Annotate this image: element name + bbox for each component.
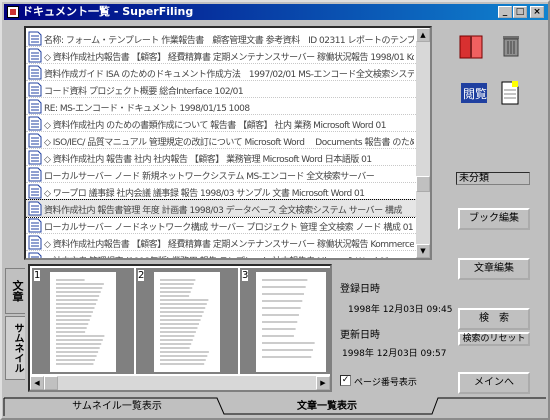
list-item[interactable]: ローカルサーバー ノード 新規ネットワークシステム MS-エンコード 全文検索サ… bbox=[26, 166, 416, 183]
thumbnail-number: 2 bbox=[138, 270, 145, 281]
maximize-button[interactable]: □ bbox=[513, 6, 527, 18]
document-icon bbox=[28, 48, 42, 63]
list-item-text: ◇ 資料作成社内報告書 【顧客】 経費精算書 定期メンテナンスサーバー 稼働状況… bbox=[44, 53, 414, 61]
document-list[interactable]: 名称: フォーム・テンプレート 作業報告書 顧客管理文書 参考資料 ID 023… bbox=[24, 26, 432, 260]
scroll-left-arrow-icon[interactable]: ◀ bbox=[30, 376, 44, 390]
document-icon bbox=[28, 150, 42, 165]
document-icon bbox=[28, 65, 42, 80]
view-icon-label: 閲覧 bbox=[463, 87, 487, 101]
list-item[interactable]: ◇ 資料作成社内 のための書類作成について 報告書 【顧客】 社内 業務 Mic… bbox=[26, 115, 416, 132]
tab-thumbnail-list[interactable]: サムネイル一覧表示 bbox=[32, 398, 202, 416]
window-title: ドキュメント一覧 - SuperFiling bbox=[22, 5, 194, 18]
minimize-button[interactable]: _ bbox=[498, 6, 512, 18]
list-item-text: ローカルサーバー ノード 新規ネットワークシステム MS-エンコード 全文検索サ… bbox=[44, 172, 375, 180]
book-edit-button[interactable]: ブック編集 bbox=[458, 208, 530, 230]
new-doc-icon[interactable] bbox=[500, 80, 520, 106]
document-icon bbox=[28, 116, 42, 131]
list-scroll-thumb[interactable] bbox=[416, 176, 430, 192]
page-number-label: ページ番号表示 bbox=[354, 378, 417, 388]
list-item-text: ◇ ワープロ 議事録 社内会議 議事録 報告 1998/03 サンプル 文書 M… bbox=[44, 189, 365, 197]
document-icon bbox=[28, 82, 42, 97]
list-vertical-scrollbar[interactable]: ▲ ▼ bbox=[416, 28, 430, 258]
thumbnail-scroll-thumb[interactable] bbox=[44, 376, 58, 390]
list-item-text: 名称: フォーム・テンプレート 作業報告書 顧客管理文書 参考資料 ID 023… bbox=[44, 36, 414, 44]
book-icon[interactable] bbox=[458, 34, 484, 60]
document-icon bbox=[28, 252, 42, 258]
list-item[interactable]: ◇ 社内文書 管理規定 (1998年版) 業務用 報告 テンプレート 社内報告書… bbox=[26, 251, 416, 258]
list-item-text: ◇ 社内文書 管理規定 (1998年版) 業務用 報告 テンプレート 社内報告書… bbox=[44, 254, 414, 258]
thumbnail-page-3 bbox=[256, 272, 326, 372]
app-window: ドキュメント一覧 - SuperFiling _ □ × 名称: フォーム・テン… bbox=[0, 0, 550, 420]
list-item-text: 資料作成ガイド ISA のためのドキュメント作成方法 1997/02/01 MS… bbox=[44, 70, 414, 78]
list-item[interactable]: コード資料 プロジェクト概要 総合Interface 102/01 bbox=[26, 81, 416, 98]
list-item-text: コード資料 プロジェクト概要 総合Interface 102/01 bbox=[44, 87, 244, 95]
list-item[interactable]: ◇ 資料作成社内 報告書 社内 社内報告 【顧客】 業務管理 Microsoft… bbox=[26, 149, 416, 166]
list-item-text: ◇ 資料作成社内 のための書類作成について 報告書 【顧客】 社内 業務 Mic… bbox=[44, 121, 386, 129]
doc-edit-button[interactable]: 文章編集 bbox=[458, 258, 530, 280]
tab-document-list[interactable]: 文章一覧表示 bbox=[242, 398, 412, 416]
updated-value: 1998年 12月03日 09:57 bbox=[342, 349, 447, 359]
thumbnail-number: 3 bbox=[242, 270, 249, 281]
thumbnail-page-2 bbox=[154, 272, 220, 372]
thumbnail-page-1 bbox=[50, 272, 116, 372]
thumbnail-number: 1 bbox=[34, 270, 41, 281]
scroll-down-arrow-icon[interactable]: ▼ bbox=[416, 244, 430, 258]
list-item-text: 資料作成社内 報告書管理 年度 計画書 1998/03 データベース 全文検索シ… bbox=[44, 206, 402, 214]
document-icon bbox=[28, 99, 42, 114]
search-reset-button[interactable]: 検索のリセット bbox=[458, 332, 530, 346]
side-tab-document[interactable]: 文章 bbox=[5, 268, 25, 314]
list-item-text: ◇ ISO/IEC/ 品質マニュアル 管理規定の改訂について Microsoft… bbox=[44, 138, 414, 146]
document-icon bbox=[28, 184, 42, 199]
list-item-text: ローカルサーバー ノードネットワーク構成 サーバー プロジェクト 管理 全文検索… bbox=[44, 223, 414, 231]
list-item[interactable]: ◇ ワープロ 議事録 社内会議 議事録 報告 1998/03 サンプル 文書 M… bbox=[26, 183, 416, 200]
list-item-text: ◇ 資料作成社内報告書 【顧客】 経費精算書 定期メンテナンスサーバー 稼働状況… bbox=[44, 240, 414, 248]
list-item[interactable]: 名称: フォーム・テンプレート 作業報告書 顧客管理文書 参考資料 ID 023… bbox=[26, 30, 416, 47]
page-number-checkbox[interactable]: ✓ bbox=[340, 375, 351, 386]
thumbnail-pane-3[interactable]: 3 bbox=[240, 268, 330, 374]
list-item-text: ◇ 資料作成社内 報告書 社内 社内報告 【顧客】 業務管理 Microsoft… bbox=[44, 155, 372, 163]
trash-icon[interactable] bbox=[500, 34, 522, 58]
scroll-up-arrow-icon[interactable]: ▲ bbox=[416, 28, 430, 42]
side-tab-thumbnail[interactable]: サムネイル bbox=[5, 316, 25, 380]
document-icon bbox=[28, 201, 42, 216]
thumbnail-horizontal-scrollbar[interactable]: ◀ ▶ bbox=[30, 376, 330, 390]
list-item[interactable]: ローカルサーバー ノードネットワーク構成 サーバー プロジェクト 管理 全文検索… bbox=[26, 217, 416, 234]
thumbnail-pane-1[interactable]: 1 bbox=[32, 268, 134, 374]
category-field: 未分類 bbox=[456, 172, 530, 185]
search-button[interactable]: 検 索 bbox=[458, 308, 530, 330]
list-item[interactable]: 資料作成ガイド ISA のためのドキュメント作成方法 1997/02/01 MS… bbox=[26, 64, 416, 81]
registered-value: 1998年 12月03日 09:45 bbox=[348, 305, 453, 315]
list-item[interactable]: 資料作成社内 報告書管理 年度 計画書 1998/03 データベース 全文検索シ… bbox=[26, 199, 417, 218]
close-button[interactable]: × bbox=[530, 6, 544, 18]
registered-label: 登録日時 bbox=[340, 284, 380, 295]
scroll-right-arrow-icon[interactable]: ▶ bbox=[316, 376, 330, 390]
list-item[interactable]: ◇ 資料作成社内報告書 【顧客】 経費精算書 定期メンテナンスサーバー 稼働状況… bbox=[26, 47, 416, 64]
document-icon bbox=[28, 218, 42, 233]
main-menu-button[interactable]: メインへ bbox=[458, 372, 530, 394]
list-item[interactable]: RE: MS-エンコード・ドキュメント 1998/01/15 1008 bbox=[26, 98, 416, 115]
view-icon[interactable]: 閲覧 bbox=[460, 82, 488, 106]
updated-label: 更新日時 bbox=[340, 330, 380, 341]
thumbnail-pane-2[interactable]: 2 bbox=[136, 268, 238, 374]
list-item-text: RE: MS-エンコード・ドキュメント 1998/01/15 1008 bbox=[44, 104, 250, 112]
document-icon bbox=[28, 167, 42, 182]
document-icon bbox=[28, 31, 42, 46]
title-bar: ドキュメント一覧 - SuperFiling _ □ × bbox=[4, 4, 548, 20]
bottom-tab-bar: サムネイル一覧表示 文章一覧表示 bbox=[2, 396, 548, 418]
list-item[interactable]: ◇ ISO/IEC/ 品質マニュアル 管理規定の改訂について Microsoft… bbox=[26, 132, 416, 149]
document-icon bbox=[28, 133, 42, 148]
list-item[interactable]: ◇ 資料作成社内報告書 【顧客】 経費精算書 定期メンテナンスサーバー 稼働状況… bbox=[26, 234, 416, 251]
document-icon bbox=[28, 235, 42, 250]
app-icon bbox=[7, 6, 19, 18]
thumbnail-view[interactable]: 1 2 3 ◀ ▶ bbox=[28, 264, 332, 392]
